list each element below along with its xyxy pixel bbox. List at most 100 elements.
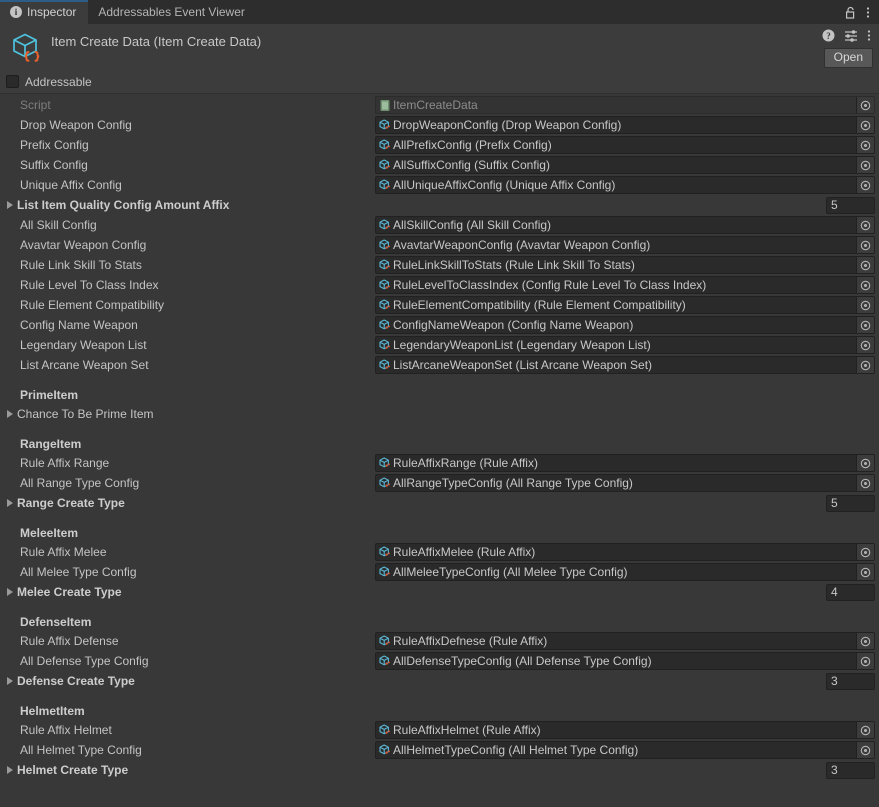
object-picker-button[interactable] xyxy=(856,137,874,153)
scriptable-object-icon xyxy=(378,358,392,372)
array-size-field[interactable]: 5 xyxy=(826,196,875,214)
page-title: Item Create Data (Item Create Data) xyxy=(51,34,262,49)
property-row: All Melee Type Config AllMeleeTypeConfig … xyxy=(0,562,879,582)
kebab-menu-icon[interactable] xyxy=(867,29,871,42)
object-reference-value: ConfigNameWeapon (Config Name Weapon) xyxy=(393,318,634,332)
object-picker-button[interactable] xyxy=(856,257,874,273)
property-label: Rule Level To Class Index xyxy=(20,278,159,292)
object-reference-field[interactable]: RuleLinkSkillToStats (Rule Link Skill To… xyxy=(375,256,875,274)
property-row: All Defense Type Config AllDefenseTypeCon… xyxy=(0,651,879,671)
array-size-row[interactable]: Defense Create Type 3 xyxy=(0,671,879,691)
array-size-field[interactable]: 3 xyxy=(826,761,875,779)
property-row: Script ItemCreateData xyxy=(0,95,879,115)
object-reference-field[interactable]: ConfigNameWeapon (Config Name Weapon) xyxy=(375,316,875,334)
property-label: All Defense Type Config xyxy=(20,654,149,668)
tab-addressables-event-viewer[interactable]: Addressables Event Viewer xyxy=(88,0,257,24)
object-reference-field[interactable]: RuleAffixRange (Rule Affix) xyxy=(375,454,875,472)
property-label: All Skill Config xyxy=(20,218,97,232)
object-picker-button[interactable] xyxy=(856,297,874,313)
kebab-menu-icon[interactable] xyxy=(866,6,870,19)
object-reference-value: RuleLevelToClassIndex (Config Rule Level… xyxy=(393,278,707,292)
lock-icon[interactable] xyxy=(845,6,856,19)
property-label: Defense Create Type xyxy=(17,674,135,688)
object-reference-field[interactable]: AvavtarWeaponConfig (Avavtar Weapon Conf… xyxy=(375,236,875,254)
object-reference-field[interactable]: AllSuffixConfig (Suffix Config) xyxy=(375,156,875,174)
object-picker-button[interactable] xyxy=(856,722,874,738)
array-size-field[interactable]: 4 xyxy=(826,583,875,601)
scriptable-object-icon xyxy=(378,278,392,292)
property-label: Script xyxy=(20,98,51,112)
object-reference-field[interactable]: DropWeaponConfig (Drop Weapon Config) xyxy=(375,116,875,134)
array-size-row[interactable]: List Item Quality Config Amount Affix 5 xyxy=(0,195,879,215)
tab-inspector[interactable]: i Inspector xyxy=(0,0,89,24)
object-picker-button[interactable] xyxy=(856,357,874,373)
object-reference-field[interactable]: ItemCreateData xyxy=(375,96,875,114)
foldout-arrow-icon[interactable] xyxy=(7,201,13,209)
object-reference-value: ItemCreateData xyxy=(393,98,478,112)
object-picker-button[interactable] xyxy=(856,455,874,471)
object-reference-field[interactable]: AllRangeTypeConfig (All Range Type Confi… xyxy=(375,474,875,492)
foldout-arrow-icon[interactable] xyxy=(7,410,13,418)
object-reference-field[interactable]: AllMeleeTypeConfig (All Melee Type Confi… xyxy=(375,563,875,581)
open-button[interactable]: Open xyxy=(823,48,873,68)
object-reference-field[interactable]: AllUniqueAffixConfig (Unique Affix Confi… xyxy=(375,176,875,194)
object-picker-button[interactable] xyxy=(856,337,874,353)
property-label: List Arcane Weapon Set xyxy=(20,358,149,372)
help-icon[interactable]: ? xyxy=(822,29,835,42)
foldout-arrow-icon[interactable] xyxy=(7,588,13,596)
object-reference-field[interactable]: RuleElementCompatibility (Rule Element C… xyxy=(375,296,875,314)
property-label: Rule Element Compatibility xyxy=(20,298,165,312)
object-picker-button[interactable] xyxy=(856,97,874,113)
object-picker-button[interactable] xyxy=(856,653,874,669)
object-picker-button[interactable] xyxy=(856,544,874,560)
scriptable-object-icon xyxy=(378,158,392,172)
array-size-field[interactable]: 5 xyxy=(826,494,875,512)
object-picker-button[interactable] xyxy=(856,217,874,233)
object-reference-field[interactable]: AllHelmetTypeConfig (All Helmet Type Con… xyxy=(375,741,875,759)
scriptable-object-icon xyxy=(378,476,392,490)
property-list: Script ItemCreateData Drop Weapon Config Dr… xyxy=(0,94,879,780)
object-picker-button[interactable] xyxy=(856,237,874,253)
object-picker-button[interactable] xyxy=(856,177,874,193)
scriptable-object-icon xyxy=(378,545,392,559)
array-size-row[interactable]: Helmet Create Type 3 xyxy=(0,760,879,780)
foldout-row[interactable]: Chance To Be Prime Item xyxy=(0,404,879,424)
property-row: Avavtar Weapon Config AvavtarWeaponConfig… xyxy=(0,235,879,255)
foldout-arrow-icon[interactable] xyxy=(7,766,13,774)
object-reference-field[interactable]: ListArcaneWeaponSet (List Arcane Weapon … xyxy=(375,356,875,374)
object-reference-field[interactable]: RuleLevelToClassIndex (Config Rule Level… xyxy=(375,276,875,294)
object-picker-button[interactable] xyxy=(856,157,874,173)
property-label: List Item Quality Config Amount Affix xyxy=(17,198,230,212)
section-header: MeleeItem xyxy=(0,523,879,542)
object-picker-button[interactable] xyxy=(856,633,874,649)
object-reference-field[interactable]: AllPrefixConfig (Prefix Config) xyxy=(375,136,875,154)
object-picker-button[interactable] xyxy=(856,475,874,491)
object-reference-field[interactable]: AllSkillConfig (All Skill Config) xyxy=(375,216,875,234)
scriptable-object-icon xyxy=(378,298,392,312)
addressable-checkbox[interactable] xyxy=(6,75,19,88)
foldout-arrow-icon[interactable] xyxy=(7,499,13,507)
section-header: PrimeItem xyxy=(0,385,879,404)
object-picker-button[interactable] xyxy=(856,317,874,333)
foldout-arrow-icon[interactable] xyxy=(7,677,13,685)
object-reference-field[interactable]: RuleAffixMelee (Rule Affix) xyxy=(375,543,875,561)
object-picker-button[interactable] xyxy=(856,117,874,133)
object-reference-field[interactable]: RuleAffixDefnese (Rule Affix) xyxy=(375,632,875,650)
object-reference-field[interactable]: AllDefenseTypeConfig (All Defense Type C… xyxy=(375,652,875,670)
object-picker-button[interactable] xyxy=(856,742,874,758)
object-picker-button[interactable] xyxy=(856,277,874,293)
property-label: Config Name Weapon xyxy=(20,318,138,332)
preset-icon[interactable] xyxy=(844,29,858,42)
object-reference-field[interactable]: RuleAffixHelmet (Rule Affix) xyxy=(375,721,875,739)
property-row: List Arcane Weapon Set ListArcaneWeaponSe… xyxy=(0,355,879,375)
object-reference-field[interactable]: LegendaryWeaponList (Legendary Weapon Li… xyxy=(375,336,875,354)
array-size-row[interactable]: Melee Create Type 4 xyxy=(0,582,879,602)
object-reference-value: AllMeleeTypeConfig (All Melee Type Confi… xyxy=(393,565,628,579)
property-row: Unique Affix Config AllUniqueAffixConfig … xyxy=(0,175,879,195)
property-label: Range Create Type xyxy=(17,496,125,510)
scriptable-object-icon xyxy=(378,238,392,252)
object-picker-button[interactable] xyxy=(856,564,874,580)
array-size-field[interactable]: 3 xyxy=(826,672,875,690)
array-size-row[interactable]: Range Create Type 5 xyxy=(0,493,879,513)
